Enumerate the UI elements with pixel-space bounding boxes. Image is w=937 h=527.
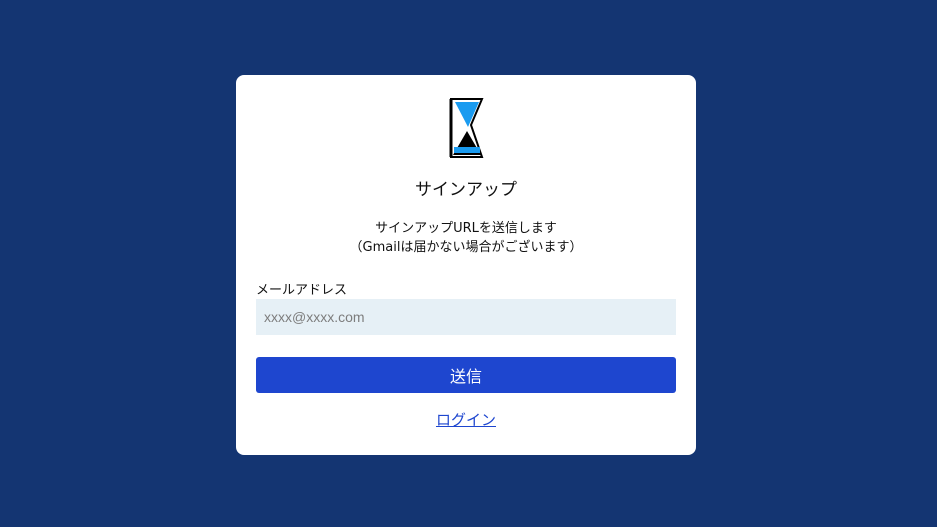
login-link[interactable]: ログイン [436,411,496,429]
description-line-1: サインアップURLを送信します [375,221,557,236]
login-link-container: ログイン [236,409,696,430]
email-label: メールアドレス [256,283,348,298]
signup-card: サインアップ サインアップURLを送信します （Gmailは届かない場合がござい… [236,75,696,455]
hourglass-logo-icon [449,98,484,158]
description-line-2: （Gmailは届かない場合がございます） [349,240,583,255]
signup-description: サインアップURLを送信します （Gmailは届かない場合がございます） [236,219,696,257]
submit-button[interactable]: 送信 [256,357,676,393]
page-title: サインアップ [415,180,517,200]
email-field[interactable] [256,299,676,335]
